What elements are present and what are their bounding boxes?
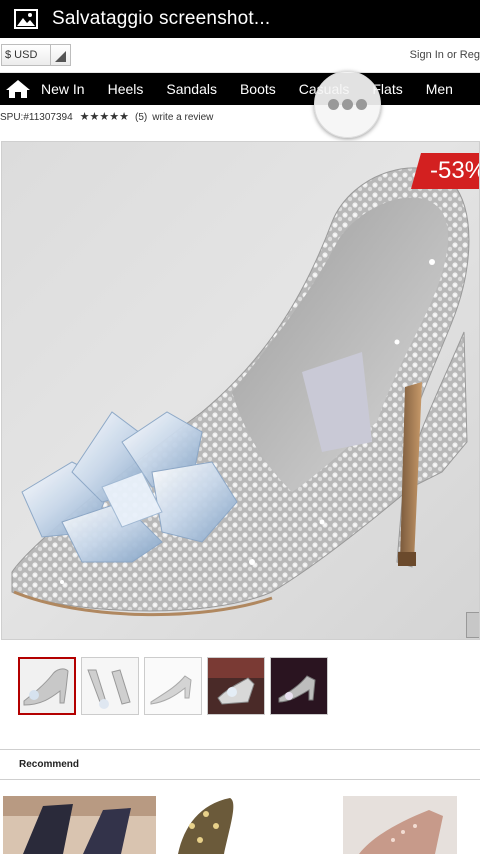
currency-select[interactable]: $ USD xyxy=(1,44,71,66)
dropdown-arrow-icon xyxy=(55,51,66,62)
recommend-label: Recommend xyxy=(19,759,80,770)
currency-value: $ USD xyxy=(5,49,38,61)
floating-menu-button[interactable] xyxy=(314,71,381,138)
header-top-row: $ USD Sign In or Reg xyxy=(0,38,480,73)
review-count: (5) xyxy=(135,111,148,123)
sign-in-link[interactable]: Sign In or Reg xyxy=(410,49,480,61)
star-icon: ★ xyxy=(89,110,100,123)
thumbnail-strip xyxy=(18,657,328,715)
home-icon[interactable] xyxy=(5,78,31,100)
category-nav: New In Heels Sandals Boots Casuals Flats… xyxy=(0,73,480,105)
notification-bar: Salvataggio screenshot... xyxy=(0,0,480,38)
star-icon: ★ xyxy=(99,110,110,123)
thumbnail-4[interactable] xyxy=(207,657,265,715)
thumbnail-2[interactable] xyxy=(81,657,139,715)
recommend-section-header: Recommend xyxy=(0,749,480,780)
zoom-icon[interactable] xyxy=(466,612,479,638)
product-main-image[interactable]: -53% xyxy=(1,141,480,640)
notification-title: Salvataggio screenshot... xyxy=(52,8,271,29)
nav-item-men[interactable]: Men xyxy=(426,81,453,97)
rating-stars: ★ ★ ★ ★ ★ xyxy=(79,110,130,123)
star-icon: ★ xyxy=(119,110,130,123)
recommend-item-2[interactable] xyxy=(170,796,320,854)
recommend-item-1[interactable] xyxy=(3,796,156,854)
thumbnail-5[interactable] xyxy=(270,657,328,715)
thumbnail-3[interactable] xyxy=(144,657,202,715)
image-icon xyxy=(14,9,38,29)
product-spu: SPU:#11307394 xyxy=(0,111,73,123)
discount-badge: -53% xyxy=(411,153,479,189)
star-icon: ★ xyxy=(79,110,90,123)
nav-item-boots[interactable]: Boots xyxy=(240,81,276,97)
write-review-link[interactable]: write a review xyxy=(152,112,213,123)
nav-item-heels[interactable]: Heels xyxy=(108,81,144,97)
recommend-item-3[interactable] xyxy=(343,796,457,854)
nav-item-sandals[interactable]: Sandals xyxy=(166,81,217,97)
crystal-shoe-illustration xyxy=(11,167,470,617)
more-dots-icon xyxy=(328,99,367,110)
currency-divider xyxy=(50,45,51,65)
star-icon: ★ xyxy=(109,110,120,123)
thumbnail-1[interactable] xyxy=(18,657,76,715)
product-info-row: SPU:#11307394 ★ ★ ★ ★ ★ (5) write a revi… xyxy=(0,108,213,126)
nav-item-new-in[interactable]: New In xyxy=(41,81,85,97)
